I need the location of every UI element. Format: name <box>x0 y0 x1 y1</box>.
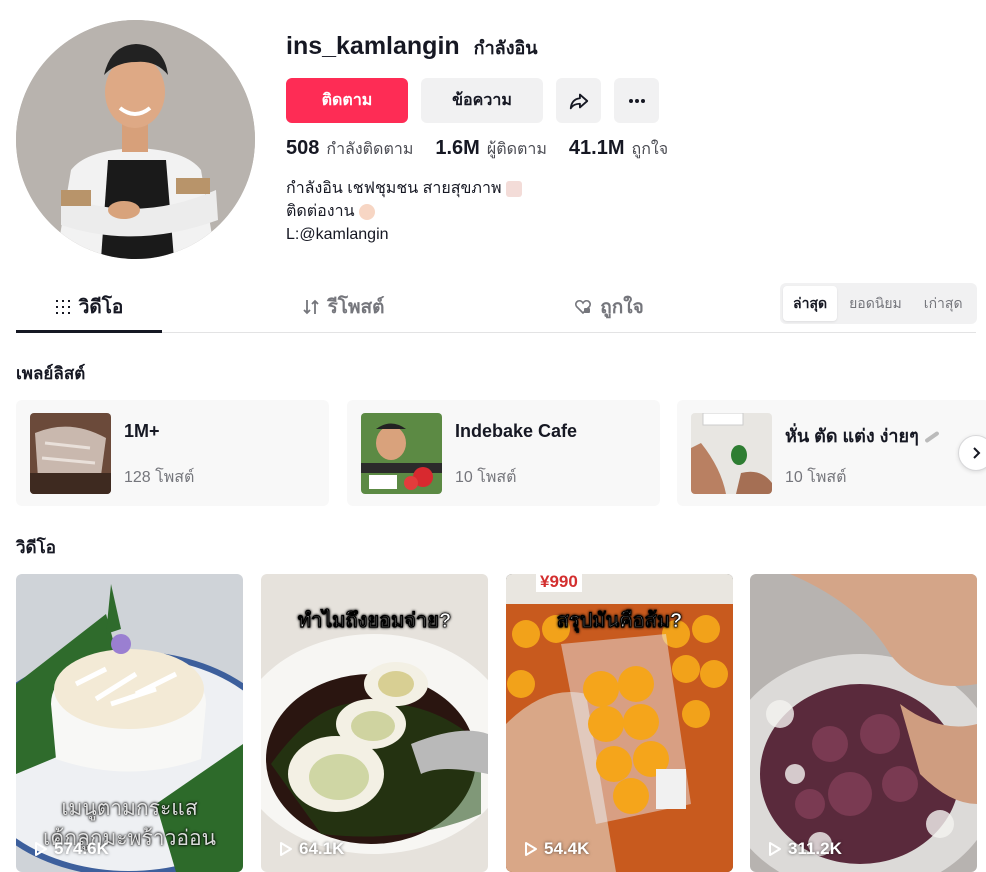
chevron-right-icon <box>973 447 981 459</box>
grid-icon <box>55 300 70 314</box>
video-card[interactable]: ทำไมถึงยอมจ่าย? 64.1K <box>261 574 488 872</box>
sort-latest[interactable]: ล่าสุด <box>783 286 838 321</box>
video-card[interactable]: เมนูตามกระแส เค้กลูกมะพร้าวอ่อน 574.6K <box>16 574 243 872</box>
sort-popular[interactable]: ยอดนิยม <box>839 286 912 321</box>
view-count-text: 574.6K <box>54 839 109 858</box>
video-caption: เมนูตามกระแส <box>61 797 198 820</box>
view-count: 311.2K <box>768 839 842 859</box>
follow-button[interactable]: ติดตาม <box>286 78 408 123</box>
playlist-card[interactable]: Indebake Cafe 10 โพสต์ <box>347 400 660 506</box>
playlist-name: หั่น ตัด แต่ง ง่ายๆ <box>785 421 940 450</box>
tab-label: วิดีโอ <box>78 297 124 318</box>
video-caption: ทำไมถึงยอมจ่าย? <box>297 610 452 633</box>
stat-label: ผู้ติดตาม <box>486 141 547 158</box>
active-tab-underline <box>16 330 162 333</box>
play-icon <box>35 842 47 856</box>
stat-likes: 41.1M ถูกใจ <box>569 137 668 162</box>
bio-text: L:@kamlangin <box>286 226 389 243</box>
tab-videos[interactable]: วิดีโอ <box>16 282 162 332</box>
tab-liked[interactable]: ถูกใจ <box>536 282 682 332</box>
more-icon <box>628 98 645 103</box>
stat-label: กำลังติดตาม <box>326 141 414 158</box>
bio-line: ติดต่องาน <box>286 200 522 223</box>
playlist-count: 10 โพสต์ <box>455 469 517 486</box>
playlist-count: 128 โพสต์ <box>124 469 195 486</box>
tab-label: ถูกใจ <box>600 297 644 318</box>
video-thumbnail <box>750 574 977 872</box>
playlist-thumbnail <box>30 413 111 494</box>
video-grid: เมนูตามกระแส เค้กลูกมะพร้าวอ่อน 574.6K ท… <box>16 574 977 872</box>
knife-emoji-icon <box>924 431 940 444</box>
playlist-name: 1M+ <box>124 421 160 441</box>
stat-following[interactable]: 508 กำลังติดตาม <box>286 137 413 162</box>
profile-bio: กำลังอิน เชฟชุมชน สายสุขภาพ ติดต่องาน L:… <box>286 177 522 246</box>
sort-control: ล่าสุด ยอดนิยม เก่าสุด <box>780 283 977 324</box>
username-row: ins_kamlangin กำลังอิน <box>286 32 538 62</box>
repost-icon <box>302 299 319 315</box>
price-tag: ¥990 <box>536 574 582 592</box>
avatar-image <box>16 20 255 259</box>
playlist-next-button[interactable] <box>958 435 986 471</box>
share-button[interactable] <box>556 78 601 123</box>
video-card[interactable]: ¥990 สรุปมันคือส้ม? 54.4K <box>506 574 733 872</box>
tab-label: รีโพสต์ <box>327 297 385 318</box>
playlist-name-text: หั่น ตัด แต่ง ง่ายๆ <box>785 426 919 446</box>
heart-lock-icon <box>575 299 592 315</box>
playlist-name: Indebake Cafe <box>455 421 578 441</box>
bio-line: L:@kamlangin <box>286 223 522 246</box>
playlist-thumbnail <box>361 413 442 494</box>
playlist-row: 1M+ 128 โพสต์ Indebake Cafe 10 โพสต์ หั่… <box>16 400 986 506</box>
sort-oldest[interactable]: เก่าสุด <box>914 286 973 321</box>
stat-followers[interactable]: 1.6M ผู้ติดตาม <box>435 137 547 162</box>
videos-title: วิดีโอ <box>16 538 56 557</box>
view-count-text: 311.2K <box>788 839 842 858</box>
nickname: กำลังอิน <box>473 38 538 58</box>
chef-emoji-icon <box>505 180 522 197</box>
profile-avatar[interactable] <box>16 20 255 259</box>
bio-text: กำลังอิน เชฟชุมชน สายสุขภาพ <box>286 180 502 197</box>
playlists-title: เพลย์ลิสต์ <box>16 364 86 383</box>
view-count: 64.1K <box>279 839 344 859</box>
message-button[interactable]: ข้อความ <box>421 78 543 123</box>
pointing-hand-icon <box>358 203 375 220</box>
stat-label: ถูกใจ <box>631 141 669 158</box>
playlist-card[interactable]: 1M+ 128 โพสต์ <box>16 400 329 506</box>
video-caption: สรุปมันคือส้ม? <box>556 610 683 633</box>
username: ins_kamlangin <box>286 32 460 60</box>
profile-actions: ติดตาม ข้อความ <box>286 78 659 123</box>
stat-value: 41.1M <box>568 137 625 159</box>
play-icon <box>769 842 781 856</box>
bio-text: ติดต่องาน <box>286 203 355 220</box>
view-count-text: 54.4K <box>544 839 590 858</box>
play-icon <box>525 842 537 856</box>
playlist-thumbnail <box>691 413 772 494</box>
play-icon <box>280 842 292 856</box>
share-icon <box>569 93 588 109</box>
view-count: 54.4K <box>524 839 589 859</box>
view-count-text: 64.1K <box>299 839 345 858</box>
video-card[interactable]: 311.2K <box>750 574 977 872</box>
more-button[interactable] <box>614 78 659 123</box>
playlist-count: 10 โพสต์ <box>785 469 847 486</box>
profile-stats: 508 กำลังติดตาม 1.6M ผู้ติดตาม 41.1M ถูก… <box>286 137 668 162</box>
playlist-card[interactable]: หั่น ตัด แต่ง ง่ายๆ 10 โพสต์ <box>677 400 986 506</box>
tab-reposts[interactable]: รีโพสต์ <box>270 282 416 332</box>
bio-line: กำลังอิน เชฟชุมชน สายสุขภาพ <box>286 177 522 200</box>
stat-value: 1.6M <box>435 137 480 159</box>
view-count: 574.6K <box>34 839 109 859</box>
stat-value: 508 <box>286 137 320 159</box>
